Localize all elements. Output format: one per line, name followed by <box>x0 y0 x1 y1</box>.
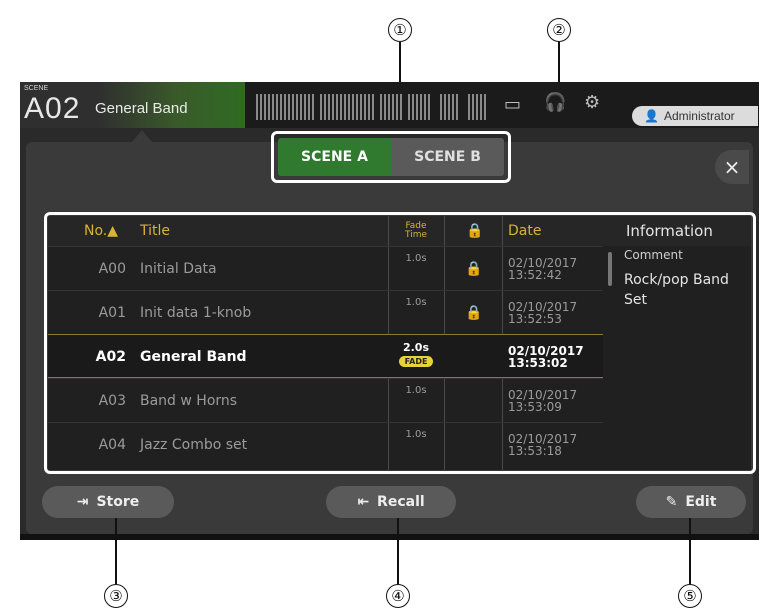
callout-4-line <box>397 518 399 584</box>
user-badge[interactable]: 👤 Administrator <box>632 106 758 126</box>
channel-meters[interactable] <box>256 94 488 120</box>
recall-button[interactable]: ⇤ Recall <box>326 486 456 518</box>
store-button[interactable]: ⇥ Store <box>42 486 174 518</box>
scene-label: SCENE <box>24 85 49 92</box>
library-icon[interactable]: ▭ <box>504 94 521 115</box>
callout-2: ② <box>547 18 571 42</box>
store-icon: ⇥ <box>76 494 89 510</box>
callout-5-line <box>689 518 691 584</box>
pencil-icon: ✎ <box>665 494 678 510</box>
scene-name: General Band <box>95 100 188 117</box>
scene-screen: SCENE A02 General Band ▭ 🎧 ⚙ 👤 Administr… <box>20 82 759 540</box>
panel-pointer <box>132 130 152 142</box>
scene-id: A02 <box>24 92 81 125</box>
headphones-icon[interactable]: 🎧 <box>544 92 566 113</box>
user-icon: 👤 <box>644 109 659 123</box>
callout-3: ③ <box>104 584 128 608</box>
current-scene[interactable]: SCENE A02 General Band <box>20 82 245 128</box>
callout-1: ① <box>388 18 412 42</box>
callout-3-line <box>115 518 117 584</box>
callout-2-highlight <box>44 212 756 474</box>
recall-icon: ⇤ <box>357 494 370 510</box>
callout-5: ⑤ <box>678 584 702 608</box>
top-bar: SCENE A02 General Band ▭ 🎧 ⚙ 👤 Administr… <box>20 82 759 128</box>
callout-4: ④ <box>386 584 410 608</box>
edit-button[interactable]: ✎ Edit <box>636 486 746 518</box>
user-name: Administrator <box>663 109 735 123</box>
callout-1-highlight <box>271 131 511 183</box>
close-button[interactable]: × <box>715 150 749 184</box>
gear-icon[interactable]: ⚙ <box>584 92 600 113</box>
